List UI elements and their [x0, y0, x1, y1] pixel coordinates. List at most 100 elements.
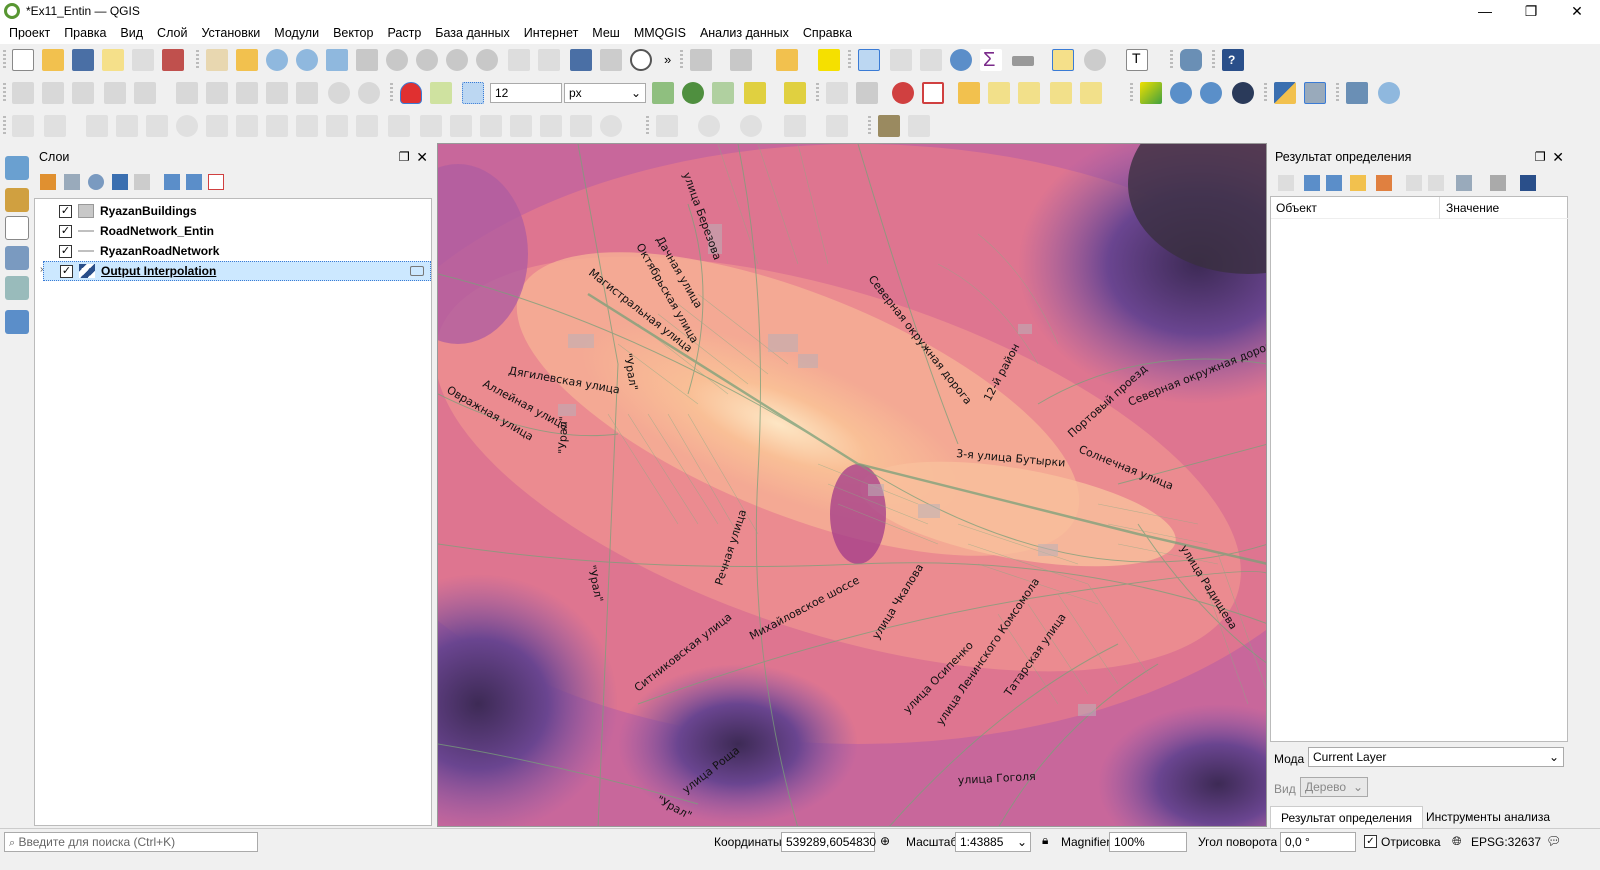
georeferencer-icon[interactable]: [1378, 82, 1400, 104]
identify-results-tree[interactable]: Объект Значение: [1270, 196, 1569, 742]
rectangle-digitize-icon[interactable]: [784, 115, 806, 137]
layer-item-road-network-entin[interactable]: ✓ RoadNetwork_Entin: [43, 221, 431, 241]
add-feature-icon[interactable]: [12, 115, 34, 137]
new-geopackage-icon[interactable]: [5, 276, 29, 300]
tab-identify-results[interactable]: Результат определения: [1270, 806, 1423, 828]
pan-to-selection-icon[interactable]: [236, 49, 258, 71]
menu-vector[interactable]: Вектор: [326, 26, 380, 40]
redo-icon[interactable]: [358, 82, 380, 104]
layer-visibility-checkbox[interactable]: ✓: [59, 204, 72, 218]
label-abc-red-icon[interactable]: [922, 82, 944, 104]
new-map-view-icon[interactable]: [508, 49, 530, 71]
zoom-out-icon[interactable]: [296, 49, 318, 71]
new-virtual-layer-icon[interactable]: [5, 310, 29, 334]
snapping-magnet-icon[interactable]: [400, 82, 422, 104]
column-header-value[interactable]: Значение: [1446, 201, 1499, 215]
collapse-all-icon[interactable]: [1326, 175, 1342, 191]
rotation-spinbox[interactable]: 0,0 °: [1280, 832, 1356, 852]
label-abc-disabled-icon[interactable]: [826, 82, 848, 104]
circle-digitize-icon[interactable]: [698, 115, 720, 137]
vertex-tool-icon[interactable]: [134, 82, 156, 104]
column-header-object[interactable]: Объект: [1276, 201, 1317, 215]
zoom-in-icon[interactable]: [266, 49, 288, 71]
layer-item-buildings[interactable]: ✓ RyazanBuildings: [43, 201, 431, 221]
layer-item-output-interpolation[interactable]: › ✓ Output Interpolation: [40, 261, 431, 281]
expand-tree-icon[interactable]: [1278, 175, 1294, 191]
menu-database[interactable]: База данных: [428, 26, 516, 40]
menu-settings[interactable]: Установки: [194, 26, 267, 40]
new-project-icon[interactable]: [12, 49, 34, 71]
align-points-icon[interactable]: [570, 115, 592, 137]
add-vector-layer-icon[interactable]: [5, 188, 29, 212]
label-pin-icon[interactable]: [856, 82, 878, 104]
self-snapping-icon[interactable]: [784, 82, 806, 104]
new-bookmark-icon[interactable]: [570, 49, 592, 71]
scale-select[interactable]: 1:43885 ⌄: [955, 832, 1031, 852]
snapping-tolerance-input[interactable]: [490, 83, 562, 103]
mesh-triangle-icon[interactable]: [1140, 82, 1162, 104]
copy-features-icon[interactable]: [266, 82, 288, 104]
zoom-next-icon[interactable]: [476, 49, 498, 71]
crs-globe-icon[interactable]: 🌐︎: [1452, 834, 1462, 849]
rotate-feature-icon[interactable]: [600, 115, 622, 137]
menu-layer[interactable]: Слой: [150, 26, 194, 40]
globe-dark-icon[interactable]: [1232, 82, 1254, 104]
zoom-selection-icon[interactable]: [356, 49, 378, 71]
manage-visibility-icon[interactable]: [88, 174, 104, 190]
toggle-editing-icon[interactable]: [42, 82, 64, 104]
select-features-icon[interactable]: [690, 49, 712, 71]
column-divider[interactable]: [1439, 197, 1440, 219]
menu-plugins[interactable]: Модули: [267, 26, 326, 40]
zoom-layer-icon[interactable]: [386, 49, 408, 71]
new-print-layout-icon[interactable]: [102, 49, 124, 71]
pan-hand-icon[interactable]: [206, 49, 228, 71]
snapping-unit-select[interactable]: px ⌄: [564, 83, 646, 103]
add-group-icon[interactable]: [64, 174, 80, 190]
vertex-editor-icon[interactable]: [878, 115, 900, 137]
menu-mesh[interactable]: Меш: [585, 26, 627, 40]
select-by-value-icon[interactable]: [730, 49, 752, 71]
merge-features-icon[interactable]: [480, 115, 502, 137]
digitize-icon[interactable]: [104, 82, 126, 104]
help-icon[interactable]: [1520, 175, 1536, 191]
snap-intersection-icon[interactable]: [682, 82, 704, 104]
show-bookmarks-icon[interactable]: [600, 49, 622, 71]
filter-legend-icon[interactable]: [112, 174, 128, 190]
messages-icon[interactable]: 💬︎: [1546, 834, 1561, 848]
simplify-icon[interactable]: [146, 115, 168, 137]
menu-help[interactable]: Справка: [796, 26, 859, 40]
new-spatialite-icon[interactable]: [5, 246, 29, 270]
toolbox-gear-icon[interactable]: [950, 49, 972, 71]
topological-editing-icon[interactable]: [652, 82, 674, 104]
copy-feature-icon[interactable]: [1406, 175, 1422, 191]
minimize-button[interactable]: —: [1462, 0, 1508, 22]
map-canvas[interactable]: улица Березова Дачная улица Октябрьская …: [437, 143, 1267, 827]
lock-scale-icon[interactable]: 🔒︎: [1042, 833, 1048, 848]
split-parts-icon[interactable]: [450, 115, 472, 137]
float-panel-icon[interactable]: ❐: [1535, 146, 1546, 168]
modify-attributes-icon[interactable]: [176, 82, 198, 104]
menu-mmqgis[interactable]: MMQGIS: [627, 26, 693, 40]
print-icon[interactable]: [1428, 175, 1444, 191]
layer-indicator-icon[interactable]: [410, 266, 424, 276]
python-console-icon[interactable]: [1274, 82, 1296, 104]
expand-new-icon[interactable]: [1350, 175, 1366, 191]
close-panel-icon[interactable]: ✕: [1552, 146, 1564, 168]
layer-visibility-checkbox[interactable]: ✓: [59, 244, 72, 258]
label-move-icon[interactable]: [1018, 82, 1040, 104]
menu-raster[interactable]: Растр: [380, 26, 428, 40]
maximize-button[interactable]: ❐: [1508, 0, 1554, 22]
add-circular-string-icon[interactable]: [44, 115, 66, 137]
menu-edit[interactable]: Правка: [57, 26, 113, 40]
label-pin-yellow-icon[interactable]: [958, 82, 980, 104]
remove-layer-icon[interactable]: [208, 174, 224, 190]
reshape-features-icon[interactable]: [326, 115, 348, 137]
coordinates-field[interactable]: 539289,6054830: [781, 832, 876, 852]
split-features-icon[interactable]: [420, 115, 442, 137]
layer-visibility-checkbox[interactable]: ✓: [59, 224, 72, 238]
cut-features-icon[interactable]: [236, 82, 258, 104]
label-change-icon[interactable]: [1080, 82, 1102, 104]
layout-manager-icon[interactable]: [132, 49, 154, 71]
more-tools-icon[interactable]: »: [664, 52, 671, 67]
open-styling-icon[interactable]: [40, 174, 56, 190]
